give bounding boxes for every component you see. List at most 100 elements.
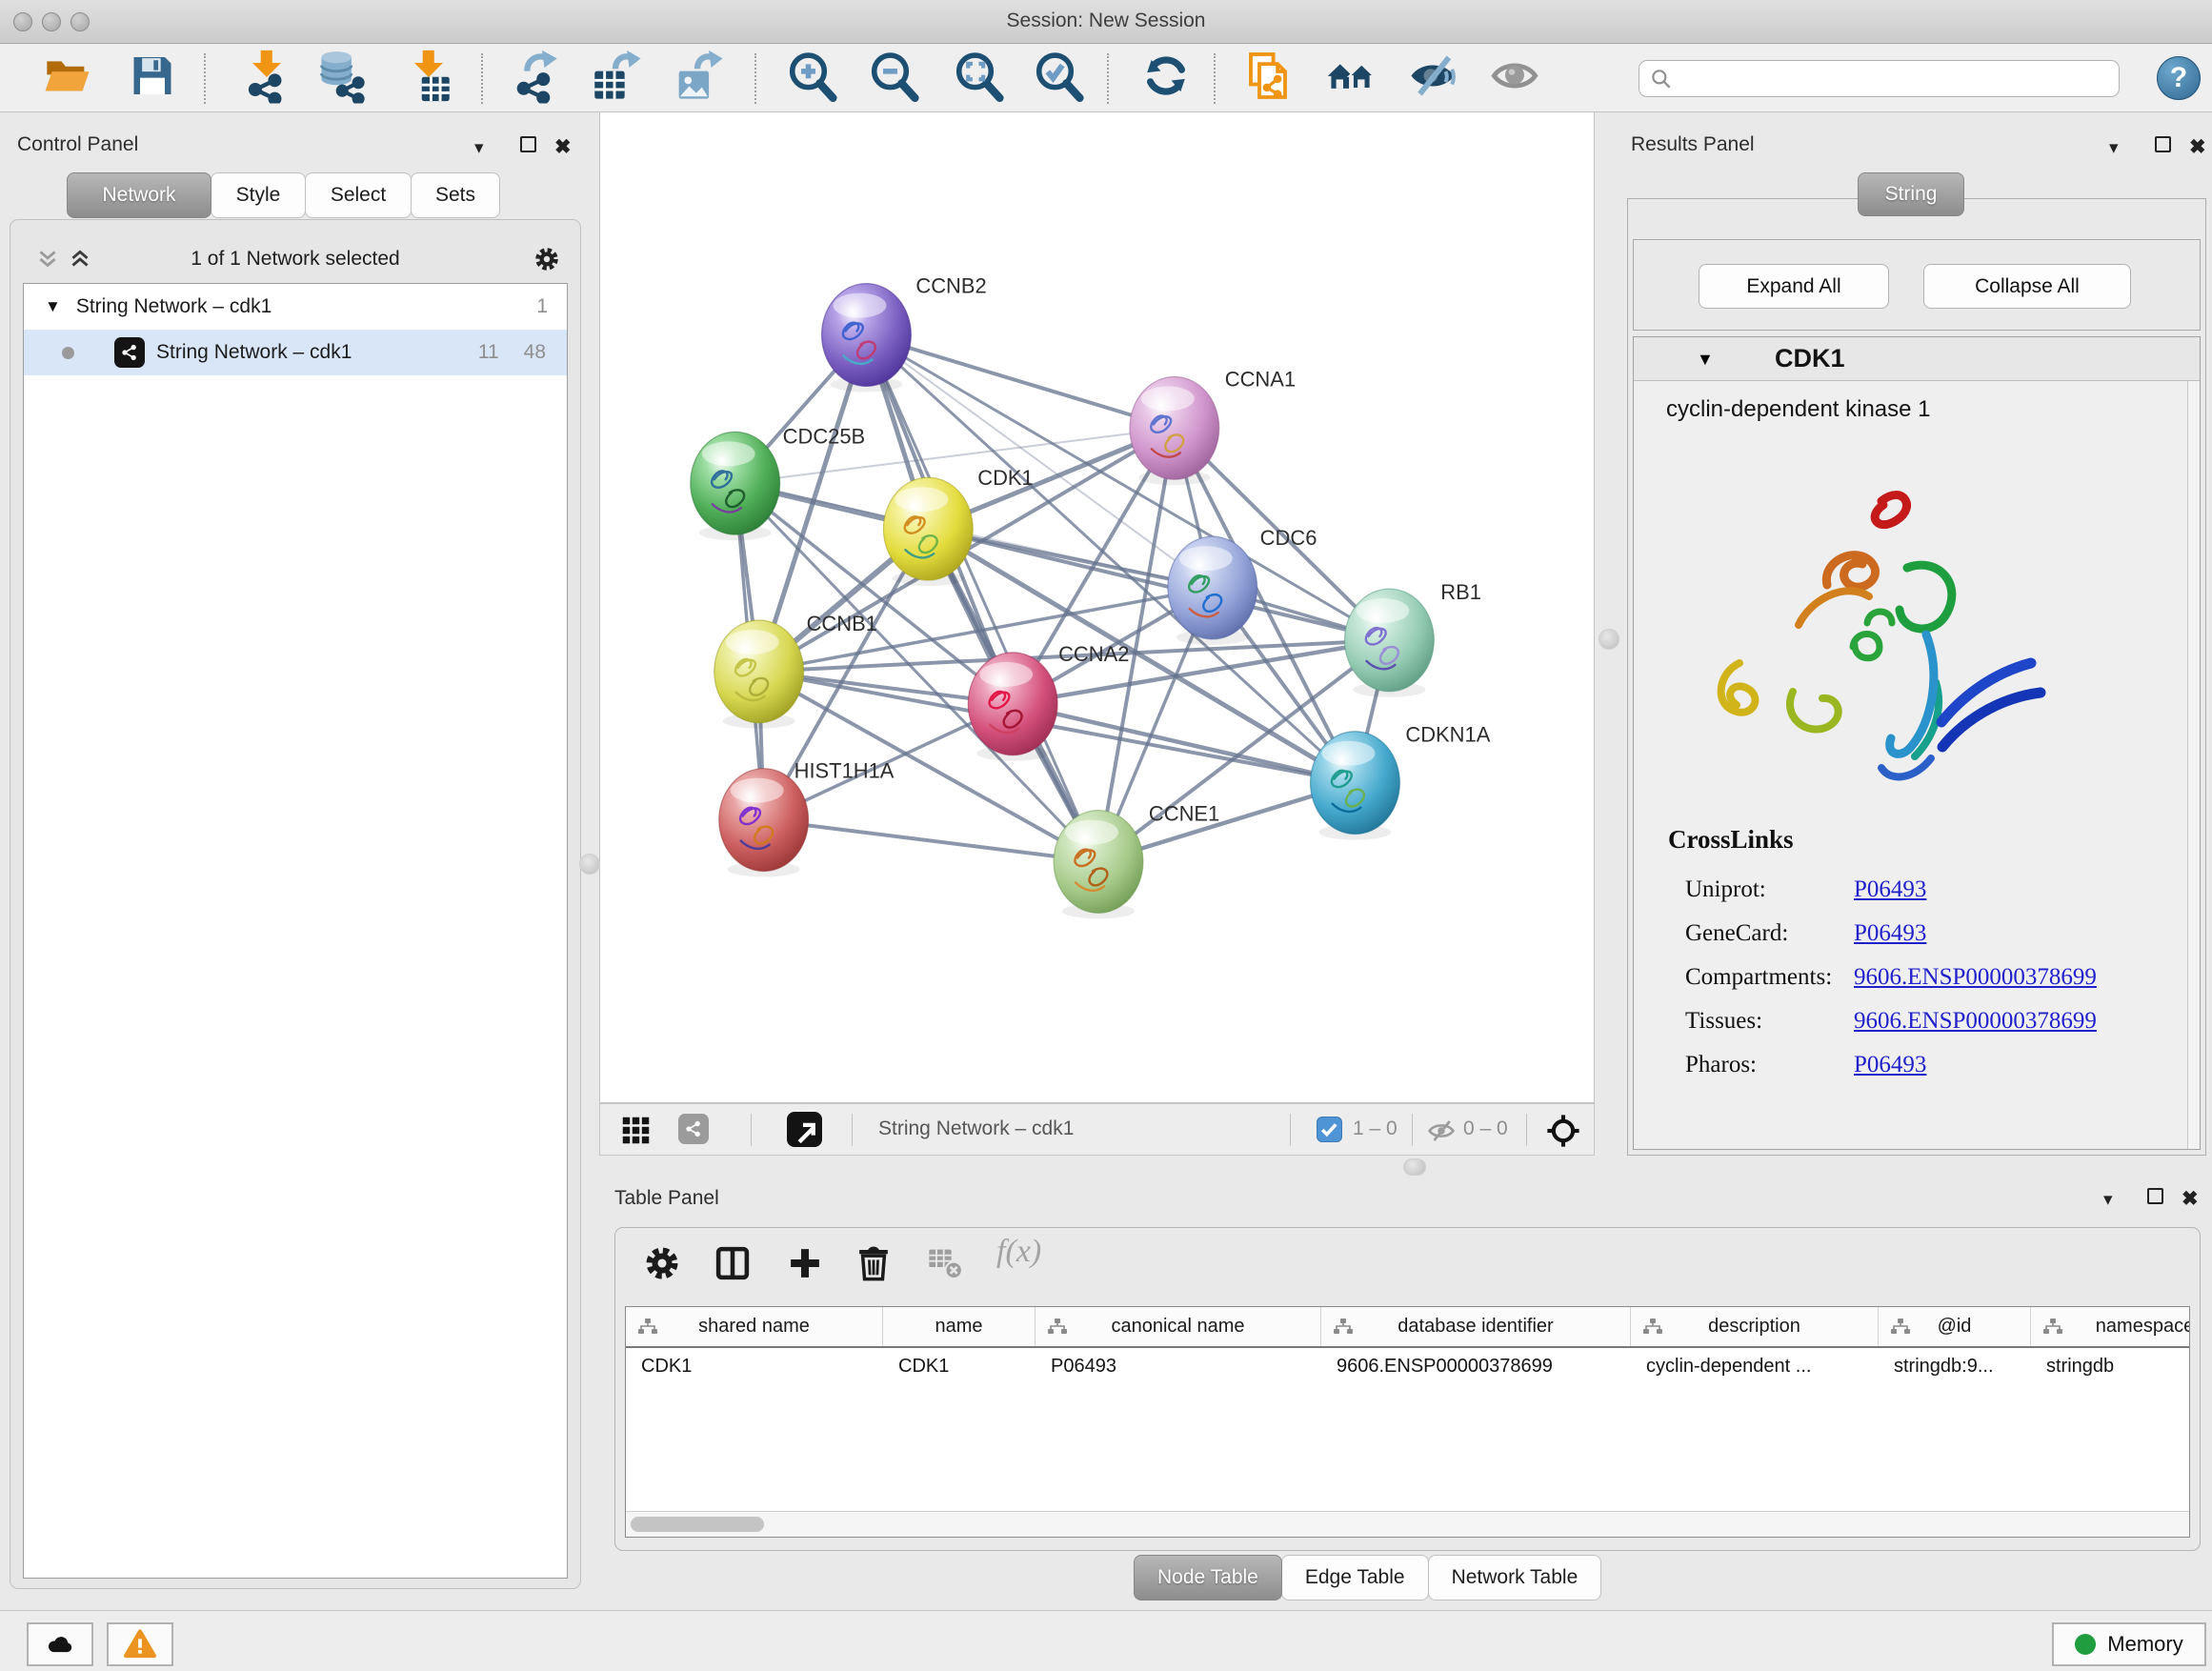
grid-view-icon[interactable] bbox=[620, 1115, 652, 1146]
warning-button[interactable] bbox=[107, 1622, 173, 1666]
import-network-file-icon[interactable] bbox=[239, 49, 294, 109]
svg-text:CCNE1: CCNE1 bbox=[1149, 802, 1219, 826]
cloud-button[interactable] bbox=[27, 1622, 93, 1666]
hierarchy-icon bbox=[637, 1318, 658, 1337]
export-image-icon[interactable] bbox=[670, 49, 725, 109]
search-field[interactable] bbox=[1639, 60, 2120, 97]
add-column-icon[interactable] bbox=[785, 1243, 825, 1283]
column-header[interactable]: @id bbox=[1879, 1307, 2031, 1346]
tab-string[interactable]: String bbox=[1858, 172, 1964, 216]
section-collapse-caret-icon[interactable]: ▼ bbox=[1697, 350, 1714, 370]
column-header[interactable]: canonical name bbox=[1036, 1307, 1321, 1346]
table-cell[interactable]: P06493 bbox=[1036, 1348, 1321, 1386]
show-columns-icon[interactable] bbox=[713, 1243, 753, 1283]
window-title: Session: New Session bbox=[0, 10, 2212, 32]
hierarchy-icon bbox=[2042, 1318, 2063, 1337]
table-panel-title: Table Panel bbox=[614, 1187, 719, 1210]
table-horizontal-scrollbar[interactable] bbox=[626, 1511, 2189, 1537]
control-panel-title: Control Panel bbox=[17, 133, 138, 156]
tab-select[interactable]: Select bbox=[305, 172, 412, 218]
tab-network[interactable]: Network bbox=[67, 172, 211, 218]
help-icon[interactable]: ? bbox=[2157, 56, 2201, 100]
zoom-in-icon[interactable] bbox=[785, 50, 838, 108]
network-view-toolbar: String Network – cdk1 1 – 0 0 – 0 bbox=[599, 1103, 1595, 1156]
column-header[interactable]: name bbox=[883, 1307, 1036, 1346]
table-cell[interactable]: 9606.ENSP00000378699 bbox=[1321, 1348, 1631, 1386]
zoom-out-icon[interactable] bbox=[867, 50, 920, 108]
right-splitter-grip[interactable] bbox=[1599, 629, 1619, 650]
export-network-icon[interactable] bbox=[509, 49, 564, 109]
bottom-splitter-grip[interactable] bbox=[1403, 1158, 1426, 1176]
float-panel-icon[interactable] bbox=[520, 136, 536, 158]
svg-text:RB1: RB1 bbox=[1440, 580, 1481, 604]
hide-selected-eye-slash-icon[interactable] bbox=[1405, 50, 1460, 107]
first-neighbors-icon[interactable] bbox=[1322, 51, 1379, 106]
tab-node-table[interactable]: Node Table bbox=[1134, 1555, 1282, 1601]
expand-all-button[interactable]: Expand All bbox=[1699, 264, 1889, 309]
collapse-all-button[interactable]: Collapse All bbox=[1923, 264, 2131, 309]
crosslink-link[interactable]: P06493 bbox=[1854, 920, 1926, 947]
tab-style[interactable]: Style bbox=[211, 172, 306, 218]
tab-sets[interactable]: Sets bbox=[411, 172, 500, 218]
float-panel-icon[interactable] bbox=[2155, 136, 2171, 158]
table-cell[interactable]: stringdb:9... bbox=[1879, 1348, 2031, 1386]
crosslink-link[interactable]: 9606.ENSP00000378699 bbox=[1854, 1008, 2097, 1035]
column-header[interactable]: namespace bbox=[2031, 1307, 2190, 1346]
new-network-from-selection-icon[interactable] bbox=[1242, 49, 1294, 109]
float-panel-icon[interactable] bbox=[2147, 1188, 2163, 1210]
column-header[interactable]: shared name bbox=[626, 1307, 883, 1346]
network-row-selected[interactable]: String Network – cdk1 11 48 bbox=[24, 330, 567, 375]
selected-checkbox-icon[interactable] bbox=[1317, 1117, 1342, 1142]
network-collection-row[interactable]: ▼ String Network – cdk1 1 bbox=[24, 284, 567, 330]
crosslink-label: Uniprot: bbox=[1668, 876, 1854, 903]
save-session-icon[interactable] bbox=[128, 51, 177, 106]
table-cell[interactable]: stringdb bbox=[2031, 1348, 2190, 1386]
apply-layout-icon[interactable] bbox=[1140, 50, 1192, 107]
import-table-file-icon[interactable] bbox=[401, 49, 456, 109]
delete-column-trash-icon[interactable] bbox=[854, 1243, 894, 1283]
crosslink-link[interactable]: P06493 bbox=[1854, 1052, 1926, 1078]
left-splitter-grip[interactable] bbox=[579, 854, 600, 875]
network-graph[interactable]: CCNB2CCNA1CDC25BCDK1CDC6RB1CCNB1CCNA2CDK… bbox=[600, 112, 1594, 1101]
export-table-icon[interactable] bbox=[588, 49, 643, 109]
svg-text:CDKN1A: CDKN1A bbox=[1405, 723, 1490, 747]
crosslink-link[interactable]: 9606.ENSP00000378699 bbox=[1854, 964, 2097, 991]
panel-menu-chevron-icon[interactable]: ▾ bbox=[2109, 137, 2119, 159]
show-all-eye-icon[interactable] bbox=[1488, 51, 1541, 106]
table-body[interactable]: CDK1CDK1P064939606.ENSP00000378699cyclin… bbox=[626, 1348, 2189, 1386]
import-network-database-icon[interactable] bbox=[313, 49, 369, 109]
close-panel-icon[interactable]: ✖ bbox=[2189, 135, 2206, 159]
selected-count-badge: 1 – 0 bbox=[1353, 1117, 1398, 1140]
results-scrollbar[interactable] bbox=[2187, 381, 2200, 1149]
zoom-fit-icon[interactable] bbox=[952, 50, 1005, 108]
panel-menu-chevron-icon[interactable]: ▾ bbox=[474, 137, 484, 159]
detach-view-icon[interactable] bbox=[787, 1112, 822, 1147]
panel-menu-chevron-icon[interactable]: ▾ bbox=[2103, 1189, 2113, 1211]
results-panel: Results Panel ▾ ✖ String Expand All Coll… bbox=[1625, 114, 2208, 1158]
table-header-row[interactable]: shared namenamecanonical namedatabase id… bbox=[626, 1307, 2189, 1348]
tab-network-table[interactable]: Network Table bbox=[1428, 1555, 1602, 1601]
cloud-icon bbox=[44, 1630, 76, 1659]
zoom-selected-icon[interactable] bbox=[1032, 50, 1085, 108]
crosslink-link[interactable]: P06493 bbox=[1854, 876, 1926, 903]
tree-expand-caret-icon[interactable]: ▼ bbox=[45, 297, 61, 316]
table-cell[interactable]: cyclin-dependent ... bbox=[1631, 1348, 1879, 1386]
network-canvas[interactable]: CCNB2CCNA1CDC25BCDK1CDC6RB1CCNB1CCNA2CDK… bbox=[599, 112, 1595, 1103]
table-row[interactable]: CDK1CDK1P064939606.ENSP00000378699cyclin… bbox=[626, 1348, 2189, 1386]
table-cell[interactable]: CDK1 bbox=[626, 1348, 883, 1386]
tab-edge-table[interactable]: Edge Table bbox=[1281, 1555, 1429, 1601]
close-panel-icon[interactable]: ✖ bbox=[554, 135, 572, 159]
table-cell[interactable]: CDK1 bbox=[883, 1348, 1036, 1386]
gear-icon[interactable] bbox=[533, 245, 561, 273]
column-header[interactable]: description bbox=[1631, 1307, 1879, 1346]
table-settings-gear-icon[interactable] bbox=[642, 1243, 682, 1283]
column-header[interactable]: database identifier bbox=[1321, 1307, 1631, 1346]
scrollbar-thumb[interactable] bbox=[631, 1517, 764, 1532]
close-panel-icon[interactable]: ✖ bbox=[2182, 1187, 2199, 1211]
network-share-view-icon[interactable] bbox=[678, 1114, 709, 1144]
protein-section-header[interactable]: ▼ CDK1 bbox=[1634, 337, 2200, 381]
memory-button[interactable]: Memory bbox=[2052, 1622, 2206, 1666]
open-session-icon[interactable] bbox=[40, 51, 95, 106]
search-input[interactable] bbox=[1681, 68, 2119, 90]
birdseye-crosshair-icon[interactable] bbox=[1545, 1113, 1581, 1149]
